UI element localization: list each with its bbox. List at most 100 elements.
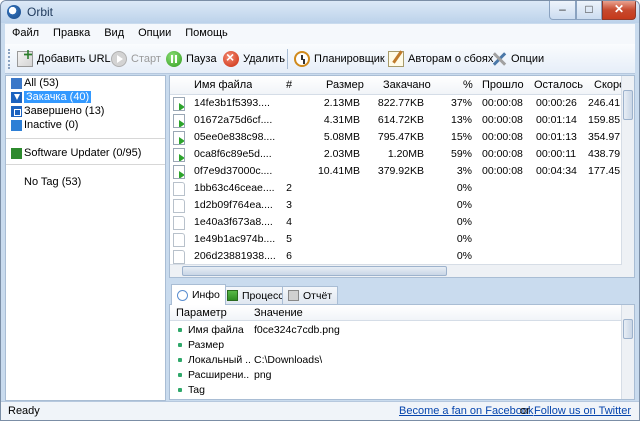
close-button[interactable]: ✕ [602, 1, 636, 20]
main-window: Orbit – □ ✕ Файл Правка Вид Опции Помощь Доб… [0, 0, 640, 421]
column-elapsed[interactable]: Прошло [482, 79, 524, 91]
column-filename[interactable]: Имя файла [194, 79, 252, 91]
menu-bar: Файл Правка Вид Опции Помощь [5, 24, 635, 44]
category-updater-label: Software Updater (0/95) [24, 147, 142, 159]
tab-info[interactable]: Инфо [171, 284, 226, 305]
file-icon [173, 182, 185, 196]
downloading-file-icon [173, 148, 185, 162]
cell-speed: 246.41K [588, 97, 622, 109]
cell-name: 1bb63c46ceae.... [194, 182, 275, 194]
delete-button[interactable]: Удалить [223, 49, 285, 69]
file-icon [173, 216, 185, 230]
facebook-link[interactable]: Become a fan on Facebook [399, 405, 534, 417]
menu-help[interactable]: Помощь [178, 24, 235, 39]
minimize-button[interactable]: – [549, 1, 576, 20]
report-crash-button[interactable]: Авторам о сбоях [388, 49, 493, 69]
status-or-text: or [520, 405, 530, 417]
column-remaining[interactable]: Осталось [534, 79, 583, 91]
table-row[interactable]: 0f7e9d37000c.... 10.41MB 379.92KB 3% 00:00:0… [170, 164, 622, 180]
menu-edit[interactable]: Правка [46, 24, 97, 39]
twitter-link[interactable]: Follow us on Twitter [534, 405, 631, 417]
report-crash-label: Авторам о сбоях [408, 53, 494, 65]
column-percent[interactable]: % [463, 79, 473, 91]
info-param: Расширени... [188, 369, 250, 381]
info-vertical-scrollbar[interactable] [621, 305, 634, 399]
maximize-button[interactable]: □ [576, 1, 602, 20]
add-url-button[interactable]: Добавить URL [17, 49, 111, 69]
cell-num: 3 [286, 199, 292, 211]
scheduler-label: Планировщик [314, 53, 385, 65]
table-row[interactable]: 01672a75d6cf.... 4.31MB 614.72KB 13% 00:00:0… [170, 113, 622, 129]
cell-name: 206d23881938.... [194, 250, 276, 262]
options-label: Опции [511, 53, 545, 65]
category-software-updater[interactable]: Software Updater (0/95) [11, 146, 141, 160]
notepad-icon [388, 51, 404, 67]
table-row[interactable]: 1bb63c46ceae.... 2 0% [170, 181, 622, 197]
cell-name: 01672a75d6cf.... [194, 114, 273, 126]
tab-report[interactable]: Отчёт [282, 286, 339, 304]
category-downloading[interactable]: Закачка (40) [11, 90, 92, 104]
cell-left: 00:00:11 [536, 148, 577, 160]
info-header: Параметр Значение [170, 305, 622, 321]
category-downloading-label: Закачка (40) [24, 91, 92, 103]
scroll-thumb[interactable] [623, 90, 633, 120]
cell-name: 0f7e9d37000c.... [194, 165, 273, 177]
detail-tabs: Инфо Процесс Отчёт [169, 284, 635, 305]
grid-vertical-scrollbar[interactable] [621, 76, 634, 277]
scroll-thumb[interactable] [182, 266, 447, 276]
scheduler-button[interactable]: Планировщик [294, 49, 385, 69]
start-button[interactable]: Старт [111, 49, 161, 69]
tab-process[interactable]: Процесс [221, 286, 290, 304]
table-row[interactable]: 0ca8f6c89e5d.... 2.03MB 1.20MB 59% 00:00:08 0… [170, 147, 622, 163]
info-value: f0ce324c7cdb.png [254, 324, 340, 336]
menu-file[interactable]: Файл [5, 24, 46, 39]
options-button[interactable]: Опции [491, 49, 544, 69]
toolbar: Добавить URL Старт Пауза Удалить Планиро… [5, 44, 635, 74]
table-row[interactable]: 1d2b09f764ea.... 3 0% [170, 198, 622, 214]
start-label: Старт [131, 53, 161, 65]
cell-left: 00:04:34 [536, 165, 577, 177]
column-downloaded[interactable]: Закачано [383, 79, 431, 91]
status-bar: Ready Become a fan on Facebook or Follow… [1, 401, 639, 420]
cell-left: 00:01:14 [536, 114, 577, 126]
scroll-thumb[interactable] [623, 319, 633, 339]
cell-speed: 354.97K [588, 131, 622, 143]
info-row: Размер [170, 338, 622, 353]
tab-info-label: Инфо [192, 289, 220, 301]
download-icon [11, 91, 22, 103]
cell-size: 5.08MB [323, 131, 360, 143]
info-param: Размер [188, 339, 225, 351]
table-row[interactable]: 1e40a3f673a8.... 4 0% [170, 215, 622, 231]
column-size[interactable]: Размер [326, 79, 364, 91]
table-row[interactable]: 14fe3b1f5393.... 2.13MB 822.77KB 37% 00:00:0… [170, 96, 622, 112]
cell-num: 4 [286, 216, 292, 228]
tag-no-tag[interactable]: No Tag (53) [24, 175, 81, 189]
window-title: Orbit [27, 5, 54, 19]
category-completed-label: Завершено (13) [24, 105, 105, 117]
cell-elapsed: 00:00:08 [482, 148, 523, 160]
downloading-file-icon [173, 97, 185, 111]
category-completed[interactable]: Завершено (13) [11, 104, 104, 118]
table-row[interactable]: 05ee0e838c98.... 5.08MB 795.47KB 15% 00:00:0… [170, 130, 622, 146]
category-all[interactable]: All (53) [11, 76, 59, 90]
file-icon [173, 250, 185, 264]
pause-button[interactable]: Пауза [166, 49, 217, 69]
pause-icon [166, 51, 182, 67]
tab-report-label: Отчёт [303, 289, 333, 302]
cell-elapsed: 00:00:08 [482, 114, 523, 126]
cell-pct: 0% [456, 216, 472, 228]
tab-process-label: Процесс [242, 289, 284, 302]
menu-options[interactable]: Опции [131, 24, 178, 39]
table-row[interactable]: 1e49b1ac974b.... 5 0% [170, 232, 622, 248]
clock-icon [294, 51, 310, 67]
category-inactive[interactable]: Inactive (0) [11, 118, 78, 132]
cell-elapsed: 00:00:08 [482, 131, 523, 143]
category-separator [6, 164, 165, 165]
column-number[interactable]: # [286, 79, 292, 91]
table-row[interactable]: 206d23881938.... 6 0% [170, 249, 622, 265]
cell-pct: 13% [450, 114, 472, 126]
menu-view[interactable]: Вид [97, 24, 131, 39]
category-panel: All (53) Закачка (40) Завершено (13) Ina… [5, 75, 166, 401]
grid-horizontal-scrollbar[interactable] [170, 264, 622, 277]
file-icon [173, 233, 185, 247]
